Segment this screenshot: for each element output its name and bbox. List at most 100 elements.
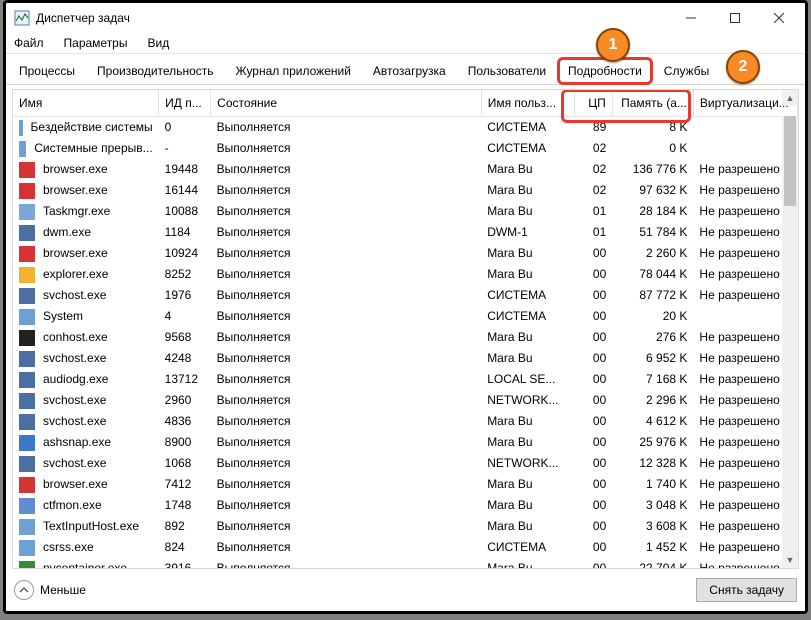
- cell-mem: 276 K: [612, 327, 693, 348]
- table-row[interactable]: System4ВыполняетсяСИСТЕМА0020 K: [13, 306, 798, 327]
- table-row[interactable]: ashsnap.exe8900ВыполняетсяMara Bu0025 97…: [13, 432, 798, 453]
- col-header-user[interactable]: Имя польз...: [481, 90, 575, 117]
- vertical-scrollbar[interactable]: [782, 116, 798, 568]
- table-row[interactable]: svchost.exe2960ВыполняетсяNETWORK...002 …: [13, 390, 798, 411]
- table-row[interactable]: Taskmgr.exe10088ВыполняетсяMara Bu0128 1…: [13, 201, 798, 222]
- scroll-up-button[interactable]: ▲: [782, 90, 798, 106]
- scroll-thumb[interactable]: [784, 116, 796, 206]
- cell-name: svchost.exe: [13, 453, 159, 474]
- cell-name: Системные прерыв...: [13, 138, 159, 159]
- col-header-mem[interactable]: Память (а...: [612, 90, 693, 117]
- cell-mem: 51 784 K: [612, 222, 693, 243]
- cell-state: Выполняется: [211, 243, 482, 264]
- minimize-button[interactable]: [669, 4, 713, 32]
- window-controls: [669, 4, 801, 32]
- scroll-down-button[interactable]: ▼: [782, 552, 798, 568]
- badge-step-1: 1: [596, 28, 630, 62]
- cell-name: ctfmon.exe: [13, 495, 159, 516]
- process-icon: [19, 246, 35, 262]
- cell-mem: 8 K: [612, 117, 693, 139]
- table-row[interactable]: Системные прерыв...-ВыполняетсяСИСТЕМА02…: [13, 138, 798, 159]
- cell-name: Taskmgr.exe: [13, 201, 159, 222]
- process-icon: [19, 267, 35, 283]
- process-icon: [19, 435, 35, 451]
- process-icon: [19, 498, 35, 514]
- cell-name: browser.exe: [13, 243, 159, 264]
- table-row[interactable]: browser.exe7412ВыполняетсяMara Bu001 740…: [13, 474, 798, 495]
- cell-state: Выполняется: [211, 558, 482, 568]
- tab-startup[interactable]: Автозагрузка: [362, 57, 457, 84]
- table-row[interactable]: Бездействие системы0ВыполняетсяСИСТЕМА89…: [13, 117, 798, 139]
- cell-pid: 824: [159, 537, 211, 558]
- cell-state: Выполняется: [211, 432, 482, 453]
- cell-mem: 7 168 K: [612, 369, 693, 390]
- table-row[interactable]: browser.exe19448ВыполняетсяMara Bu02136 …: [13, 159, 798, 180]
- cell-name: browser.exe: [13, 159, 159, 180]
- cell-pid: 8900: [159, 432, 211, 453]
- cell-pid: 10088: [159, 201, 211, 222]
- table-row[interactable]: audiodg.exe13712ВыполняетсяLOCAL SE...00…: [13, 369, 798, 390]
- table-row[interactable]: conhost.exe9568ВыполняетсяMara Bu00276 K…: [13, 327, 798, 348]
- cell-user: Mara Bu: [481, 348, 575, 369]
- process-icon: [19, 225, 35, 241]
- cell-user: Mara Bu: [481, 432, 575, 453]
- footer: Меньше Снять задачу: [14, 575, 797, 605]
- cell-cpu: 00: [575, 474, 612, 495]
- cell-cpu: 00: [575, 558, 612, 568]
- tab-processes[interactable]: Процессы: [8, 57, 86, 84]
- table-row[interactable]: svchost.exe1068ВыполняетсяNETWORK...0012…: [13, 453, 798, 474]
- close-button[interactable]: [757, 4, 801, 32]
- process-icon: [19, 561, 35, 569]
- cell-cpu: 01: [575, 201, 612, 222]
- tab-app-history[interactable]: Журнал приложений: [225, 57, 362, 84]
- table-row[interactable]: svchost.exe4248ВыполняетсяMara Bu006 952…: [13, 348, 798, 369]
- process-icon: [19, 162, 35, 178]
- tab-users[interactable]: Пользователи: [457, 57, 557, 84]
- col-header-cpu[interactable]: ЦП: [575, 90, 612, 117]
- cell-mem: 1 740 K: [612, 474, 693, 495]
- fewer-details-toggle[interactable]: Меньше: [14, 580, 86, 600]
- cell-user: СИСТЕМА: [481, 138, 575, 159]
- table-row[interactable]: browser.exe10924ВыполняетсяMara Bu002 26…: [13, 243, 798, 264]
- col-header-pid[interactable]: ИД п...: [159, 90, 211, 117]
- cell-state: Выполняется: [211, 411, 482, 432]
- cell-name: Бездействие системы: [13, 117, 159, 139]
- table-row[interactable]: csrss.exe824ВыполняетсяСИСТЕМА001 452 KН…: [13, 537, 798, 558]
- tab-performance[interactable]: Производительность: [86, 57, 224, 84]
- cell-pid: 13712: [159, 369, 211, 390]
- table-row[interactable]: nvcontainer.exe3916ВыполняетсяMara Bu002…: [13, 558, 798, 568]
- badge-step-2: 2: [726, 50, 760, 84]
- window: Диспетчер задач Файл Параметры Вид Проце…: [3, 0, 808, 614]
- cell-user: СИСТЕМА: [481, 285, 575, 306]
- cell-name: audiodg.exe: [13, 369, 159, 390]
- tab-services[interactable]: Службы: [653, 57, 720, 84]
- cell-pid: -: [159, 138, 211, 159]
- cell-user: Mara Bu: [481, 411, 575, 432]
- cell-state: Выполняется: [211, 180, 482, 201]
- menu-view[interactable]: Вид: [143, 35, 173, 51]
- tab-details[interactable]: Подробности: [557, 57, 653, 85]
- tabbar: Процессы Производительность Журнал прило…: [6, 54, 805, 85]
- process-icon: [19, 351, 35, 367]
- cell-cpu: 00: [575, 264, 612, 285]
- table-row[interactable]: explorer.exe8252ВыполняетсяMara Bu0078 0…: [13, 264, 798, 285]
- table-row[interactable]: svchost.exe1976ВыполняетсяСИСТЕМА0087 77…: [13, 285, 798, 306]
- table-row[interactable]: TextInputHost.exe892ВыполняетсяMara Bu00…: [13, 516, 798, 537]
- menu-file[interactable]: Файл: [10, 35, 48, 51]
- table-row[interactable]: dwm.exe1184ВыполняетсяDWM-10151 784 KНе …: [13, 222, 798, 243]
- cell-cpu: 00: [575, 453, 612, 474]
- cell-pid: 4248: [159, 348, 211, 369]
- cell-pid: 1184: [159, 222, 211, 243]
- table-row[interactable]: svchost.exe4836ВыполняетсяMara Bu004 612…: [13, 411, 798, 432]
- col-header-name[interactable]: Имя: [13, 90, 159, 117]
- table-row[interactable]: ctfmon.exe1748ВыполняетсяMara Bu003 048 …: [13, 495, 798, 516]
- table-row[interactable]: browser.exe16144ВыполняетсяMara Bu0297 6…: [13, 180, 798, 201]
- cell-cpu: 00: [575, 537, 612, 558]
- menu-options[interactable]: Параметры: [60, 35, 132, 51]
- maximize-button[interactable]: [713, 4, 757, 32]
- cell-mem: 97 632 K: [612, 180, 693, 201]
- cell-name: csrss.exe: [13, 537, 159, 558]
- cell-mem: 0 K: [612, 138, 693, 159]
- end-task-button[interactable]: Снять задачу: [696, 578, 797, 602]
- col-header-state[interactable]: Состояние: [211, 90, 482, 117]
